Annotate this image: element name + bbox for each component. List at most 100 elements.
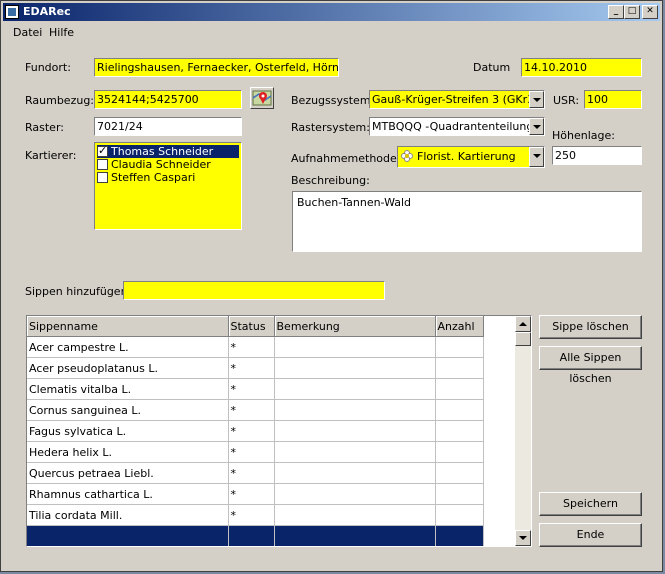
scroll-up-icon[interactable] xyxy=(515,316,531,332)
col-header-status[interactable]: Status xyxy=(228,316,275,337)
cell-bemerkung[interactable] xyxy=(274,525,436,546)
sippen-add-label: Sippen hinzufügen: xyxy=(25,285,132,298)
raster-field[interactable]: 7021/24 xyxy=(94,117,242,136)
sippe-loeschen-button[interactable]: Sippe löschen xyxy=(539,315,642,339)
cell-sippenname[interactable]: Acer campestre L. xyxy=(27,336,229,358)
hoehenlage-field[interactable]: 250 xyxy=(552,146,642,165)
cell-anzahl[interactable] xyxy=(435,504,484,526)
ende-button[interactable]: Ende xyxy=(539,523,642,547)
cell-anzahl[interactable] xyxy=(435,399,484,421)
table-row[interactable]: Quercus petraea Liebl. * xyxy=(27,462,484,484)
cell-sippenname[interactable]: Quercus petraea Liebl. xyxy=(27,462,229,484)
cell-status[interactable]: * xyxy=(228,399,275,421)
usr-label: USR: xyxy=(553,94,580,107)
cell-sippenname[interactable]: Hedera helix L. xyxy=(27,441,229,463)
sippen-add-field[interactable] xyxy=(123,281,385,300)
cell-sippenname[interactable]: Acer pseudoplatanus L. xyxy=(27,357,229,379)
maximize-button[interactable]: □ xyxy=(624,5,640,19)
cell-bemerkung[interactable] xyxy=(274,378,436,400)
table-row[interactable]: Cornus sanguinea L. * xyxy=(27,399,484,421)
beschreibung-textarea[interactable]: Buchen-Tannen-Wald xyxy=(292,191,642,252)
table-row[interactable]: Acer pseudoplatanus L. * xyxy=(27,357,484,379)
chevron-down-icon[interactable] xyxy=(529,147,544,167)
table-row[interactable]: Tilia cordata Mill. * xyxy=(27,504,484,526)
bezugssystem-select[interactable]: Gauß-Krüger-Streifen 3 (GKr3) xyxy=(369,90,545,109)
table-scrollbar[interactable] xyxy=(515,316,531,546)
cell-sippenname[interactable]: Cornus sanguinea L. xyxy=(27,399,229,421)
cell-sippenname[interactable] xyxy=(27,525,229,546)
cell-sippenname[interactable]: Clematis vitalba L. xyxy=(27,378,229,400)
cell-bemerkung[interactable] xyxy=(274,462,436,484)
cell-anzahl[interactable] xyxy=(435,462,484,484)
cell-status[interactable]: * xyxy=(228,483,275,505)
menu-datei[interactable]: Datei xyxy=(13,26,42,39)
cell-anzahl[interactable] xyxy=(435,525,484,546)
aufnahmemethode-select[interactable]: Florist. Kartierung xyxy=(397,146,545,168)
cell-status[interactable]: * xyxy=(228,420,275,442)
chevron-down-icon[interactable] xyxy=(529,118,544,135)
checkbox-icon[interactable] xyxy=(97,172,108,183)
kartierer-label: Kartierer: xyxy=(25,149,77,162)
title-bar[interactable]: EDARec _ □ ✕ xyxy=(3,3,660,21)
cell-status[interactable]: * xyxy=(228,357,275,379)
rastersystem-value: MTBQQQ -Quadrantenteilung (Q xyxy=(372,120,545,133)
fundort-field[interactable]: Rielingshausen, Fernaecker, Osterfeld, H… xyxy=(94,58,339,77)
cell-bemerkung[interactable] xyxy=(274,336,436,358)
aufnahmemethode-value: Florist. Kartierung xyxy=(417,150,516,163)
usr-field[interactable]: 100 xyxy=(584,90,642,109)
cell-anzahl[interactable] xyxy=(435,336,484,358)
cell-anzahl[interactable] xyxy=(435,483,484,505)
chevron-down-icon[interactable] xyxy=(529,91,544,108)
rastersystem-select[interactable]: MTBQQQ -Quadrantenteilung (Q xyxy=(369,117,545,136)
col-header-bemerkung[interactable]: Bemerkung xyxy=(274,316,436,337)
col-header-anzahl[interactable]: Anzahl xyxy=(435,316,484,337)
table-row[interactable] xyxy=(27,525,484,546)
checkbox-icon[interactable] xyxy=(97,159,108,170)
menu-bar: Datei Hilfe xyxy=(3,23,660,41)
cell-bemerkung[interactable] xyxy=(274,441,436,463)
cell-status[interactable]: * xyxy=(228,462,275,484)
map-pin-icon[interactable] xyxy=(250,87,274,109)
bezugssystem-value: Gauß-Krüger-Streifen 3 (GKr3) xyxy=(372,93,539,106)
cell-bemerkung[interactable] xyxy=(274,420,436,442)
cell-anzahl[interactable] xyxy=(435,420,484,442)
cell-sippenname[interactable]: Fagus sylvatica L. xyxy=(27,420,229,442)
scroll-down-icon[interactable] xyxy=(515,530,531,546)
app-icon xyxy=(5,5,19,19)
cell-status[interactable]: * xyxy=(228,336,275,358)
kartierer-item[interactable]: Steffen Caspari xyxy=(97,171,195,184)
cell-sippenname[interactable]: Rhamnus cathartica L. xyxy=(27,483,229,505)
raumbezug-field[interactable]: 3524144;5425700 xyxy=(94,90,242,109)
sippen-table: Sippenname Status Bemerkung Anzahl Acer … xyxy=(26,315,532,547)
kartierer-item[interactable]: Thomas Schneider xyxy=(97,144,239,158)
cell-anzahl[interactable] xyxy=(435,378,484,400)
cell-bemerkung[interactable] xyxy=(274,504,436,526)
table-row[interactable]: Clematis vitalba L. * xyxy=(27,378,484,400)
aufnahmemethode-label: Aufnahmemethode: xyxy=(291,152,401,165)
kartierer-name: Claudia Schneider xyxy=(111,158,211,171)
checkbox-checked-icon[interactable] xyxy=(97,144,108,157)
cell-sippenname[interactable]: Tilia cordata Mill. xyxy=(27,504,229,526)
cell-anzahl[interactable] xyxy=(435,441,484,463)
table-row[interactable]: Acer campestre L. * xyxy=(27,336,484,358)
cell-anzahl[interactable] xyxy=(435,357,484,379)
cell-status[interactable]: * xyxy=(228,504,275,526)
menu-hilfe[interactable]: Hilfe xyxy=(49,26,74,39)
col-header-sippenname[interactable]: Sippenname xyxy=(27,316,229,337)
table-row[interactable]: Hedera helix L. * xyxy=(27,441,484,463)
table-row[interactable]: Rhamnus cathartica L. * xyxy=(27,483,484,505)
minimize-button[interactable]: _ xyxy=(608,5,624,19)
cell-status[interactable]: * xyxy=(228,378,275,400)
cell-bemerkung[interactable] xyxy=(274,399,436,421)
kartierer-item[interactable]: Claudia Schneider xyxy=(97,158,211,171)
cell-bemerkung[interactable] xyxy=(274,357,436,379)
close-button[interactable]: ✕ xyxy=(642,5,658,19)
speichern-button[interactable]: Speichern xyxy=(539,492,642,516)
alle-sippen-loeschen-button[interactable]: Alle Sippen löschen xyxy=(539,346,642,385)
table-row[interactable]: Fagus sylvatica L. * xyxy=(27,420,484,442)
datum-field[interactable]: 14.10.2010 xyxy=(521,58,642,77)
cell-bemerkung[interactable] xyxy=(274,483,436,505)
scroll-thumb[interactable] xyxy=(515,332,531,346)
cell-status[interactable]: * xyxy=(228,441,275,463)
cell-status[interactable] xyxy=(228,525,275,546)
